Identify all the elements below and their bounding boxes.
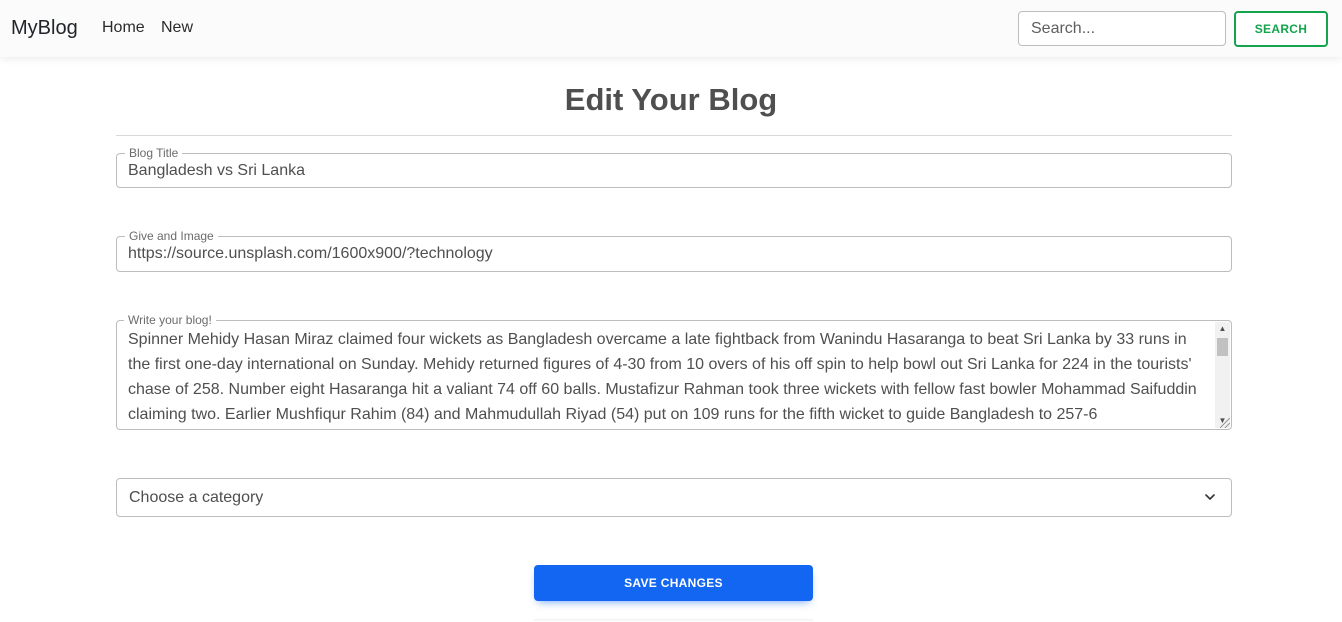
blog-title-value[interactable]: Bangladesh vs Sri Lanka (128, 162, 305, 180)
image-url-value[interactable]: https://source.unsplash.com/1600x900/?te… (128, 245, 493, 263)
title-divider (116, 135, 1232, 136)
navbar: MyBlog Home New SEARCH (0, 0, 1342, 57)
scrollbar-thumb[interactable] (1217, 338, 1228, 356)
chevron-down-icon (1205, 494, 1215, 500)
image-url-label: Give and Image (125, 228, 218, 244)
search-input[interactable] (1018, 11, 1226, 46)
blog-title-label: Blog Title (125, 145, 183, 161)
search-button[interactable]: SEARCH (1234, 11, 1328, 47)
blog-title-field[interactable]: Blog Title Bangladesh vs Sri Lanka (116, 145, 1232, 188)
category-select[interactable]: Choose a category (116, 478, 1232, 517)
blog-content-label: Write your blog! (124, 312, 216, 328)
blog-content-textarea[interactable]: Spinner Mehidy Hasan Miraz claimed four … (116, 320, 1232, 430)
image-url-field[interactable]: Give and Image https://source.unsplash.c… (116, 228, 1232, 272)
brand-logo[interactable]: MyBlog (11, 17, 78, 40)
blog-content-text[interactable]: Spinner Mehidy Hasan Miraz claimed four … (128, 327, 1206, 427)
textarea-scrollbar[interactable]: ▲ ▼ (1215, 322, 1230, 428)
save-changes-button[interactable]: SAVE CHANGES (534, 565, 813, 601)
page-title: Edit Your Blog (564, 82, 778, 117)
resize-handle[interactable] (1220, 418, 1230, 428)
nav-link-home[interactable]: Home (102, 19, 145, 37)
nav-link-new[interactable]: New (161, 19, 193, 37)
category-select-value: Choose a category (129, 489, 264, 506)
arrow-up-icon[interactable]: ▲ (1215, 322, 1230, 336)
